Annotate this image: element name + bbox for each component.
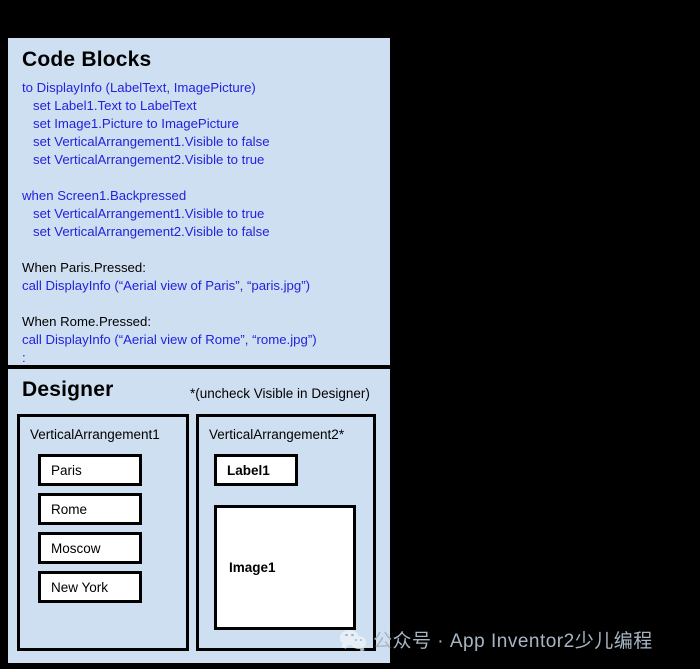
code-line: when Screen1.Backpressed (22, 188, 187, 203)
vertical-arrangement-1: VerticalArrangement1 Paris Rome Moscow N… (17, 414, 189, 651)
code-listing: to DisplayInfo (LabelText, ImagePicture)… (22, 79, 384, 367)
watermark-text: 公众号 · App Inventor2少儿编程 (373, 631, 653, 652)
vertical-arrangement-2: VerticalArrangement2* Label1 Image1 (196, 414, 376, 651)
button-new-york[interactable]: New York (38, 571, 142, 603)
code-line: to DisplayInfo (LabelText, ImagePicture) (22, 80, 256, 95)
vertical-arrangement-2-title: VerticalArrangement2* (209, 427, 345, 442)
code-line: When Rome.Pressed: (22, 314, 151, 329)
code-line: set VerticalArrangement1.Visible to true (33, 206, 265, 221)
uncheck-visible-note: *(uncheck Visible in Designer) (190, 386, 370, 401)
code-line: set VerticalArrangement2.Visible to fals… (33, 224, 270, 239)
designer-panel: Designer *(uncheck Visible in Designer) … (8, 369, 390, 663)
designer-heading: Designer (22, 378, 114, 401)
image1-text: Image1 (229, 560, 276, 575)
label1-component[interactable]: Label1 (214, 454, 298, 486)
code-line: call DisplayInfo (“Aerial view of Rome”,… (22, 332, 317, 347)
button-moscow-label: Moscow (51, 540, 101, 556)
button-new-york-label: New York (51, 579, 109, 595)
vertical-arrangement-1-title: VerticalArrangement1 (30, 427, 160, 442)
code-blocks-heading: Code Blocks (22, 48, 152, 71)
button-paris[interactable]: Paris (38, 454, 142, 486)
code-line: : (22, 350, 26, 365)
code-blocks-panel: Code Blocks to DisplayInfo (LabelText, I… (8, 38, 390, 365)
button-paris-label: Paris (51, 462, 82, 478)
image1-component[interactable]: Image1 (214, 505, 356, 630)
button-rome[interactable]: Rome (38, 493, 142, 525)
label1-text: Label1 (227, 462, 270, 478)
code-line: When Paris.Pressed: (22, 260, 146, 275)
code-line: set VerticalArrangement2.Visible to true (33, 152, 265, 167)
code-line: call DisplayInfo (“Aerial view of Paris”… (22, 278, 311, 293)
button-moscow[interactable]: Moscow (38, 532, 142, 564)
code-line: set VerticalArrangement1.Visible to fals… (33, 134, 270, 149)
code-line: set Image1.Picture to ImagePicture (33, 116, 239, 131)
code-line: set Label1.Text to LabelText (33, 98, 197, 113)
button-rome-label: Rome (51, 501, 88, 517)
